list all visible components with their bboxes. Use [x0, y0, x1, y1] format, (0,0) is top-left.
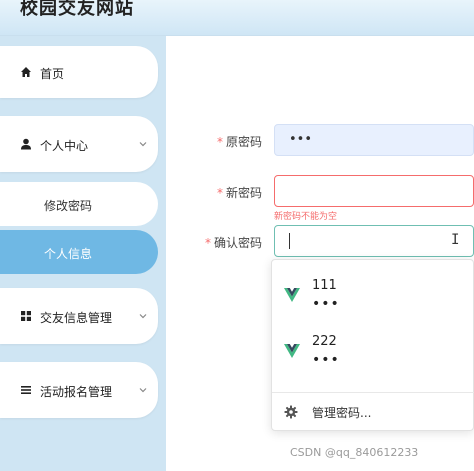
ibeam-cursor-icon: I [451, 232, 460, 248]
sidebar-subitem-personal-info[interactable]: 个人信息 [0, 230, 158, 274]
sidebar-item-dating-info[interactable]: 交友信息管理 [0, 288, 158, 344]
site-title: 校园交友网站 [20, 0, 134, 19]
saved-password-option[interactable]: 222 ••• [272, 330, 474, 386]
required-mark: * [216, 186, 223, 200]
list-icon [21, 386, 31, 394]
dropdown-divider [272, 392, 474, 393]
gear-icon [284, 405, 298, 419]
saved-password-masked: ••• [312, 296, 340, 312]
sidebar: 首页 个人中心 修改密码 个人信息 交友信息管理 活动报名管理 [0, 36, 166, 471]
sidebar-item-label: 交友信息管理 [40, 311, 113, 325]
sidebar-item-label: 活动报名管理 [40, 385, 113, 399]
sidebar-item-label: 个人中心 [40, 139, 89, 153]
app-header: 校园交友网站 [0, 0, 474, 36]
sidebar-subitem-label: 修改密码 [44, 199, 93, 213]
saved-password-option[interactable]: 111 ••• [272, 274, 474, 330]
user-icon [21, 138, 31, 150]
sidebar-subitem-change-password[interactable]: 修改密码 [0, 182, 158, 226]
sidebar-subitem-label: 个人信息 [44, 247, 93, 261]
vue-logo-icon [284, 288, 300, 302]
old-password-input[interactable]: ••• [274, 124, 474, 156]
saved-username: 222 [312, 334, 337, 349]
confirm-password-label: * 确认密码 [204, 236, 262, 250]
chevron-down-icon [139, 388, 147, 393]
sidebar-item-activity-signup[interactable]: 活动报名管理 [0, 362, 158, 418]
required-mark: * [204, 236, 211, 250]
chevron-down-icon [139, 314, 147, 319]
password-autocomplete-dropdown: 111 ••• 222 ••• 管理密码... [271, 259, 474, 431]
vue-logo-icon [284, 344, 300, 358]
sidebar-item-personal-center[interactable]: 个人中心 [0, 116, 158, 172]
new-password-label: * 新密码 [216, 186, 262, 200]
home-icon [21, 67, 31, 77]
sidebar-item-label: 首页 [40, 67, 65, 81]
saved-password-masked: ••• [312, 352, 340, 368]
confirm-password-input[interactable] [274, 225, 474, 257]
new-password-input[interactable] [274, 175, 474, 207]
text-caret [289, 233, 290, 249]
manage-passwords-button[interactable]: 管理密码... [272, 396, 474, 428]
watermark: CSDN @qq_840612233 [290, 446, 419, 459]
required-mark: * [216, 135, 223, 149]
manage-passwords-label: 管理密码... [312, 406, 372, 420]
old-password-label: * 原密码 [216, 135, 262, 149]
grid-icon [21, 311, 31, 321]
chevron-down-icon [139, 142, 147, 147]
new-password-error: 新密码不能为空 [274, 212, 338, 222]
saved-username: 111 [312, 278, 337, 293]
sidebar-item-home[interactable]: 首页 [0, 46, 158, 98]
